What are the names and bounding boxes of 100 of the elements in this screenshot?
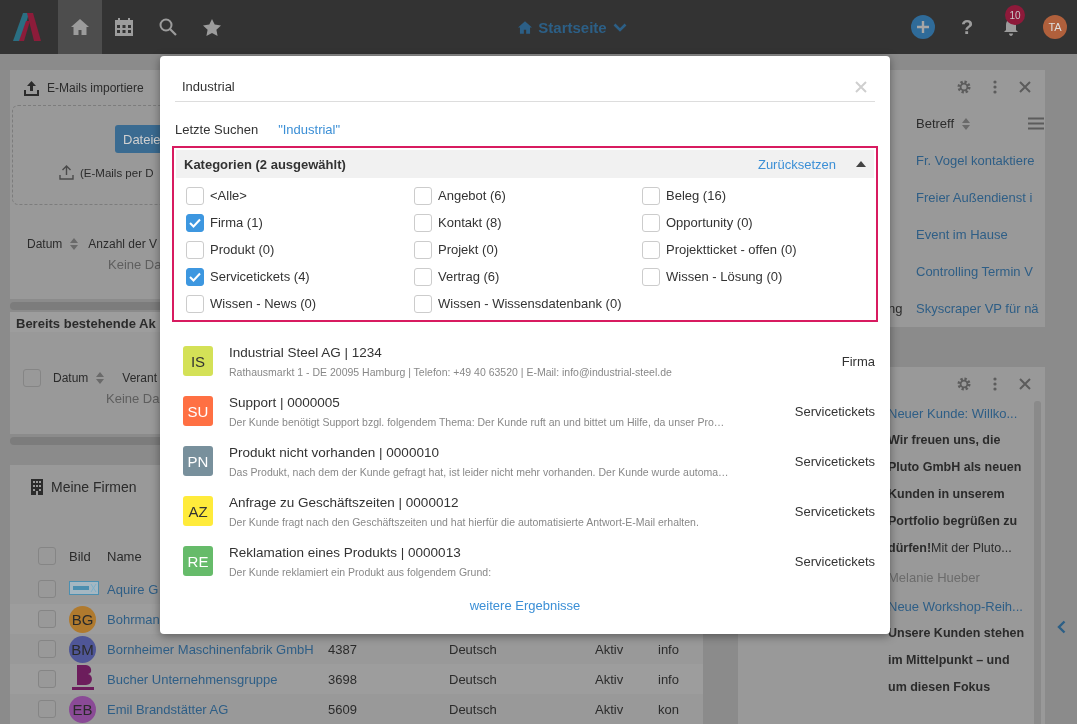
table-cell-text: 3698 — [328, 671, 358, 687]
category-label[interactable]: Opportunity (0) — [666, 215, 753, 230]
recent-search-link[interactable]: "Industrial" — [278, 121, 341, 137]
category-label[interactable]: Servicetickets (4) — [210, 269, 310, 284]
column-header[interactable]: Datum — [53, 371, 89, 386]
panel-title: Meine Firmen — [51, 479, 137, 495]
checkbox[interactable] — [414, 186, 432, 205]
checkbox[interactable] — [414, 240, 432, 259]
result-avatar: SU — [183, 396, 213, 426]
checkbox[interactable] — [186, 186, 204, 205]
sort-icon[interactable] — [962, 117, 971, 130]
table-cell-text: info — [658, 671, 680, 687]
close-icon[interactable] — [1019, 378, 1031, 390]
add-button[interactable] — [911, 15, 935, 39]
checkbox[interactable] — [186, 213, 204, 232]
category-label[interactable]: Angebot (6) — [438, 188, 506, 203]
notification-badge: 10 — [1005, 5, 1025, 25]
table-cell-text: info — [658, 641, 680, 657]
checkbox[interactable] — [38, 610, 56, 628]
user-avatar[interactable]: TA — [1043, 15, 1067, 39]
help-button[interactable]: ? — [955, 15, 979, 39]
table-cell-text: Aktiv — [595, 641, 625, 657]
table-cell-text: Aktiv — [595, 701, 625, 717]
table-cell-text: kon — [658, 701, 680, 717]
checkbox[interactable] — [642, 213, 660, 232]
table-cell-text: Deutsch — [449, 641, 498, 657]
panel-title: E-Mails importiere — [47, 81, 144, 95]
avatar: BG — [69, 605, 96, 633]
checkbox[interactable] — [186, 240, 204, 259]
more-results-link[interactable]: weitere Ergebnisse — [469, 598, 581, 613]
result-category: Servicetickets — [794, 503, 875, 519]
result-description: Rathausmarkt 1 - DE 20095 Hamburg | Telefon: +49 40 63520 | E-Mail: info@industrial-steel.de — [229, 365, 672, 378]
menu-icon[interactable] — [1028, 117, 1045, 130]
column-header[interactable]: Anzahl der V — [88, 237, 158, 251]
checkbox[interactable] — [414, 267, 432, 286]
company-logo — [69, 580, 99, 595]
result-avatar: IS — [183, 346, 213, 376]
category-label[interactable]: Wissen - Wissensdatenbank (0) — [438, 296, 622, 311]
category-label[interactable]: Kontakt (8) — [438, 215, 502, 230]
checkbox[interactable] — [186, 267, 204, 286]
result-title[interactable]: Reklamation eines Produkts | 0000013 — [229, 544, 461, 560]
avatar: EB — [69, 695, 96, 723]
column-header[interactable]: Datum — [27, 237, 63, 251]
news-text: Unsere Kunden stehen im Mittelpunkt – und um diesen Fokus — [888, 625, 1026, 696]
filter-title[interactable]: Kategorien (2 ausgewählt) — [184, 156, 758, 172]
table-cell-text: 5609 — [328, 701, 358, 717]
search-field[interactable]: Industrial — [182, 73, 855, 100]
table-cell-text: Deutsch — [449, 701, 498, 717]
checkbox[interactable] — [38, 670, 56, 688]
search-icon — [159, 18, 177, 36]
category-label[interactable]: Wissen - Lösung (0) — [666, 269, 783, 284]
category-label[interactable]: Projekt (0) — [438, 242, 498, 257]
building-icon — [31, 479, 43, 495]
result-category: Servicetickets — [794, 553, 875, 569]
close-icon[interactable] — [1019, 81, 1031, 93]
settings-icon[interactable] — [957, 80, 971, 94]
collapse-icon[interactable] — [856, 161, 866, 167]
result-title[interactable]: Industrial Steel AG | 1234 — [229, 344, 382, 360]
category-label[interactable]: Beleg (16) — [666, 188, 726, 203]
plus-icon — [917, 21, 929, 33]
checkbox[interactable] — [414, 213, 432, 232]
result-category: Servicetickets — [794, 403, 875, 419]
result-title[interactable]: Support | 0000005 — [229, 394, 340, 410]
result-description: Das Produkt, nach dem der Kunde gefragt hat, ist leider nicht mehr vorhanden. Der Kunde wurde automa… — [229, 465, 729, 478]
category-label[interactable]: <Alle> — [210, 188, 247, 203]
result-avatar: PN — [183, 446, 213, 476]
result-title[interactable]: Anfrage zu Geschäftszeiten | 0000012 — [229, 494, 459, 510]
nav-tab[interactable] — [58, 0, 102, 54]
company-logo — [69, 664, 97, 691]
result-avatar: AZ — [183, 496, 213, 526]
result-description: Der Kunde reklamiert ein Produkt aus folgendem Grund: — [229, 565, 492, 578]
avatar: BM — [69, 635, 96, 663]
category-label[interactable]: Produkt (0) — [210, 242, 275, 257]
checkbox[interactable] — [186, 294, 204, 313]
settings-icon[interactable] — [957, 377, 971, 391]
calendar-icon — [115, 18, 133, 36]
checkbox[interactable] — [414, 294, 432, 313]
result-avatar: RE — [183, 546, 213, 576]
chevron-left-icon[interactable] — [1056, 620, 1066, 634]
checkbox[interactable] — [642, 186, 660, 205]
result-title[interactable]: Produkt nicht vorhanden | 0000010 — [229, 444, 439, 460]
chevron-down-icon[interactable] — [612, 22, 627, 32]
checkbox[interactable] — [642, 240, 660, 259]
sort-icon[interactable] — [96, 372, 105, 385]
category-label[interactable]: Vertrag (6) — [438, 269, 500, 284]
more-icon[interactable] — [993, 377, 997, 391]
category-label[interactable]: Projektticket - offen (0) — [666, 242, 797, 257]
column-header[interactable]: Verant — [122, 371, 158, 386]
table-cell-text: 4387 — [328, 641, 358, 657]
recent-searches-label: Letzte Suchen — [175, 121, 259, 137]
star-icon — [203, 18, 221, 36]
empty-message: Keine Da — [108, 257, 162, 272]
checkbox[interactable] — [642, 267, 660, 286]
more-icon[interactable] — [993, 80, 997, 94]
category-label[interactable]: Wissen - News (0) — [210, 296, 317, 311]
column-header[interactable]: Betreff — [916, 116, 955, 131]
upload-icon — [59, 165, 74, 180]
sort-icon[interactable] — [70, 238, 79, 250]
reset-link[interactable]: Zurücksetzen — [757, 156, 836, 172]
category-label[interactable]: Firma (1) — [210, 215, 263, 230]
